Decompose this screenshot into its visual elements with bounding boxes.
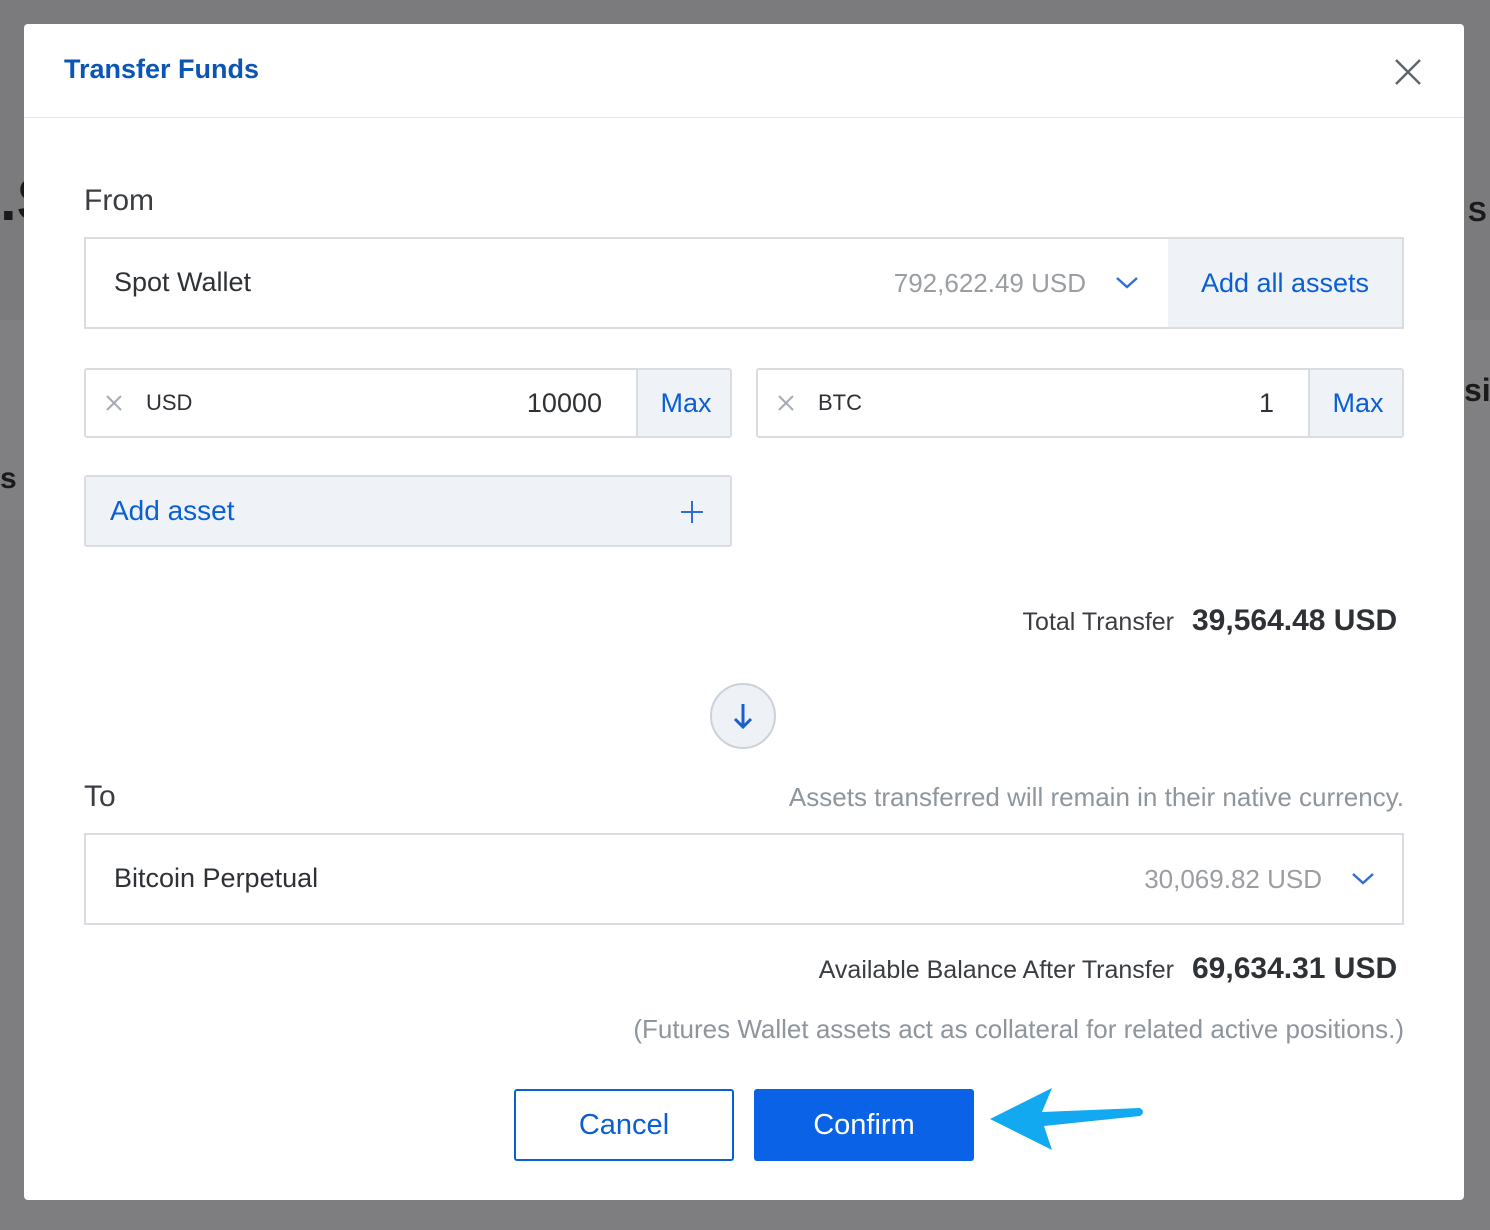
- cancel-button[interactable]: Cancel: [514, 1089, 734, 1161]
- close-icon: [1395, 59, 1421, 85]
- add-asset-button[interactable]: Add asset: [84, 475, 732, 547]
- confirm-button[interactable]: Confirm: [754, 1089, 974, 1161]
- to-wallet-select[interactable]: Bitcoin Perpetual 30,069.82 USD: [84, 833, 1404, 925]
- remove-asset-icon[interactable]: [104, 393, 124, 413]
- asset-code: BTC: [818, 390, 862, 415]
- add-asset-label: Add asset: [110, 495, 235, 526]
- dialog-header: Transfer Funds: [24, 24, 1464, 118]
- to-wallet-balance: 30,069.82 USD: [1144, 864, 1322, 894]
- from-wallet-balance: 792,622.49 USD: [893, 268, 1086, 298]
- to-label: To: [84, 780, 116, 813]
- transfer-direction-indicator: [710, 683, 776, 749]
- max-button[interactable]: Max: [1308, 370, 1402, 436]
- from-label: From: [84, 184, 154, 217]
- dialog-title: Transfer Funds: [64, 54, 260, 84]
- balance-after-label: Available Balance After Transfer: [818, 956, 1174, 984]
- asset-input-btc: BTC 1 Max: [756, 368, 1404, 438]
- from-wallet-name: Spot Wallet: [114, 267, 252, 297]
- asset-input-usd: USD 10000 Max: [84, 368, 732, 438]
- asset-amount-field[interactable]: 1: [1259, 388, 1274, 419]
- background-text-fragment: S: [1468, 196, 1487, 227]
- add-all-assets-button[interactable]: Add all assets: [1168, 237, 1404, 329]
- from-wallet-select[interactable]: Spot Wallet 792,622.49 USD: [84, 237, 1170, 329]
- arrow-down-icon: [733, 704, 753, 730]
- balance-after-value: 69,634.31 USD: [1192, 952, 1398, 985]
- remove-asset-icon[interactable]: [776, 393, 796, 413]
- total-transfer-value: 39,564.48 USD: [1192, 604, 1398, 637]
- background-text-fragment: s: [0, 462, 17, 495]
- to-wallet-name: Bitcoin Perpetual: [114, 863, 319, 893]
- plus-icon: [681, 501, 703, 523]
- total-transfer-label: Total Transfer: [1022, 608, 1174, 636]
- max-button[interactable]: Max: [636, 370, 730, 436]
- asset-amount-field[interactable]: 10000: [527, 388, 602, 419]
- close-button[interactable]: [1386, 50, 1430, 94]
- asset-code: USD: [146, 390, 193, 415]
- callout-arrow-icon: [990, 1088, 1143, 1150]
- native-currency-note: Assets transferred will remain in their …: [788, 782, 1404, 812]
- chevron-down-icon: [1116, 277, 1138, 289]
- transfer-funds-dialog: Transfer Funds From Spot Wallet 792,622.…: [24, 24, 1464, 1200]
- collateral-note: (Futures Wallet assets act as collateral…: [633, 1014, 1404, 1044]
- background-text-fragment: sis: [1464, 372, 1490, 408]
- chevron-down-icon: [1352, 873, 1374, 885]
